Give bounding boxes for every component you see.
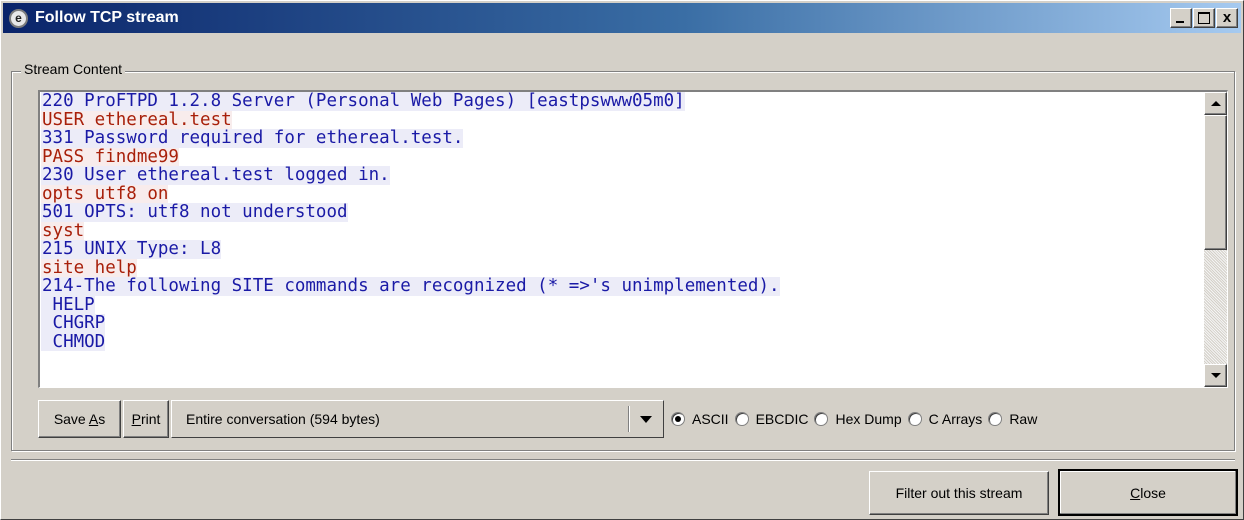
scroll-down-button[interactable]: [1204, 364, 1227, 387]
minimize-button[interactable]: [1170, 8, 1192, 28]
radio-ascii[interactable]: ASCII: [671, 411, 729, 427]
close-button[interactable]: Close: [1058, 469, 1238, 516]
radio-label: C Arrays: [928, 411, 983, 427]
save-as-label: Save As: [53, 411, 106, 427]
print-label: Print: [131, 411, 161, 427]
radio-button-icon[interactable]: [734, 412, 749, 426]
stream-line: 331 Password required for ethereal.test.: [41, 128, 464, 148]
stream-line: 230 User ethereal.test logged in.: [41, 165, 390, 185]
radio-ebcdic[interactable]: EBCDIC: [734, 411, 809, 427]
vertical-scrollbar[interactable]: [1204, 92, 1227, 387]
radio-label: Hex Dump: [835, 411, 902, 427]
stream-line: site help: [41, 257, 137, 278]
stream-line: PASS findme99: [41, 146, 179, 167]
stream-content-label: Stream Content: [21, 61, 126, 77]
stream-line: 214-The following SITE commands are reco…: [41, 276, 780, 296]
radio-hex-dump[interactable]: Hex Dump: [814, 411, 902, 427]
footer-divider: [11, 459, 1235, 461]
close-window-button[interactable]: x: [1216, 8, 1238, 28]
follow-tcp-stream-window: e Follow TCP stream x Stream Content 220…: [0, 0, 1244, 520]
title-bar[interactable]: e Follow TCP stream x: [3, 3, 1241, 33]
scroll-thumb[interactable]: [1204, 115, 1227, 250]
radio-c-arrays[interactable]: C Arrays: [907, 411, 983, 427]
radio-button-icon[interactable]: [814, 412, 829, 426]
radio-button-icon[interactable]: [907, 412, 922, 426]
stream-line: 220 ProFTPD 1.2.8 Server (Personal Web P…: [41, 91, 685, 111]
format-radio-group: ASCII EBCDIC Hex Dump C Arrays Raw: [671, 400, 1043, 438]
radio-button-icon[interactable]: [988, 412, 1003, 426]
filter-out-stream-button[interactable]: Filter out this stream: [869, 471, 1049, 515]
window-title: Follow TCP stream: [35, 9, 179, 26]
stream-line: opts utf8 on: [41, 183, 169, 204]
radio-label: EBCDIC: [755, 411, 809, 427]
close-label: Close: [1130, 484, 1166, 501]
stream-line: 501 OPTS: utf8 not understood: [41, 202, 348, 222]
stream-text-area[interactable]: 220 ProFTPD 1.2.8 Server (Personal Web P…: [38, 90, 1228, 388]
stream-line: CHGRP: [41, 313, 106, 333]
save-as-button[interactable]: Save As: [38, 400, 121, 438]
app-icon: e: [9, 8, 28, 28]
stream-line: USER ethereal.test: [41, 109, 232, 130]
stream-line: syst: [41, 220, 85, 241]
radio-button-icon[interactable]: [671, 412, 685, 426]
conversation-selected-value: Entire conversation (594 bytes): [186, 411, 380, 427]
radio-raw[interactable]: Raw: [988, 411, 1037, 427]
stream-line: CHMOD: [41, 331, 106, 352]
radio-label: Raw: [1009, 411, 1038, 427]
conversation-dropdown[interactable]: Entire conversation (594 bytes): [171, 400, 664, 438]
print-button[interactable]: Print: [123, 400, 169, 438]
stream-line: HELP: [41, 294, 95, 315]
chevron-down-icon[interactable]: [629, 401, 663, 437]
filter-out-stream-label: Filter out this stream: [895, 485, 1023, 501]
stream-lines: 220 ProFTPD 1.2.8 Server (Personal Web P…: [41, 92, 1203, 351]
radio-label: ASCII: [692, 411, 729, 427]
window-controls: x: [1169, 8, 1238, 28]
maximize-button[interactable]: [1193, 8, 1215, 28]
scroll-up-button[interactable]: [1204, 92, 1227, 115]
stream-line: 215 UNIX Type: L8: [41, 239, 222, 259]
